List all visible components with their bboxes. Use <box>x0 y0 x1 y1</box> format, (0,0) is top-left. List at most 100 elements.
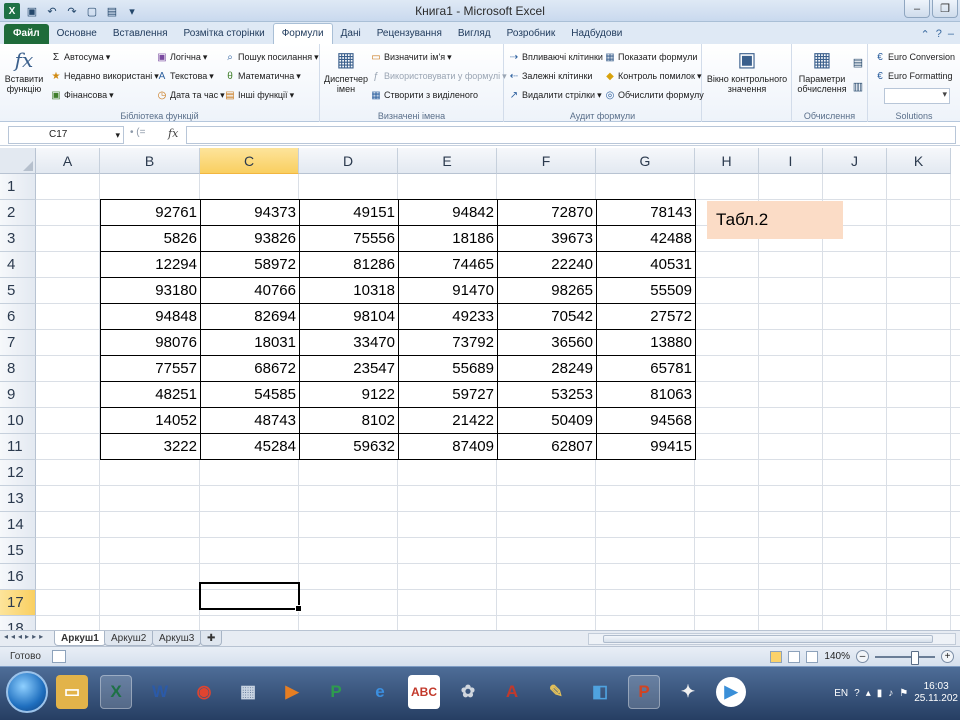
table-cell[interactable]: 82694 <box>200 303 300 330</box>
date-time-button[interactable]: ◷ Дата та час ▾ <box>156 88 225 102</box>
table-cell[interactable]: 49233 <box>398 303 498 330</box>
remove-arrows-button[interactable]: ↗ Видалити стрілки ▾ <box>508 88 602 102</box>
table-cell[interactable]: 33470 <box>299 329 399 356</box>
table-cell[interactable]: 62807 <box>497 433 597 460</box>
sheet-tab-3[interactable]: Аркуш3 <box>152 631 202 646</box>
row-header-18[interactable]: 18 <box>0 616 36 630</box>
sheet-tab-2[interactable]: Аркуш2 <box>104 631 154 646</box>
column-header-d[interactable]: D <box>299 148 398 174</box>
name-manager-button[interactable]: ▦ Диспетчер імен <box>324 48 368 94</box>
table-cell[interactable]: 94848 <box>100 303 201 330</box>
row-header-11[interactable]: 11 <box>0 434 36 460</box>
row-header-10[interactable]: 10 <box>0 408 36 434</box>
table-cell[interactable]: 22240 <box>497 251 597 278</box>
row-header-1[interactable]: 1 <box>0 174 36 200</box>
notes-taskbar-icon[interactable]: ◧ <box>584 675 616 709</box>
table-cell[interactable]: 68672 <box>200 355 300 382</box>
calculate-sheet-icon[interactable]: ▥ <box>850 78 866 94</box>
zoom-in-icon[interactable]: + <box>941 650 954 663</box>
row-header-12[interactable]: 12 <box>0 460 36 486</box>
row-header-16[interactable]: 16 <box>0 564 36 590</box>
column-header-f[interactable]: F <box>497 148 596 174</box>
minimize-ribbon-icon[interactable]: ⌃ <box>921 28 930 41</box>
row-header-5[interactable]: 5 <box>0 278 36 304</box>
show-formulas-button[interactable]: ▦ Показати формули <box>604 50 697 64</box>
tab-review[interactable]: Рецензування <box>369 24 450 44</box>
tab-file[interactable]: Файл <box>4 24 49 44</box>
word-taskbar-icon[interactable]: W <box>144 675 176 709</box>
table-cell[interactable]: 70542 <box>497 303 597 330</box>
window-minimize-icon[interactable]: – <box>948 28 954 40</box>
table-cell[interactable]: 49151 <box>299 199 399 226</box>
table-cell[interactable]: 75556 <box>299 225 399 252</box>
help-tray-icon[interactable]: ? <box>854 688 860 699</box>
powerpoint-taskbar-icon[interactable]: P <box>628 675 660 709</box>
table-cell[interactable]: 94568 <box>596 407 696 434</box>
table-cell[interactable]: 91470 <box>398 277 498 304</box>
start-button-icon[interactable] <box>6 671 48 713</box>
table-cell[interactable]: 94373 <box>200 199 300 226</box>
show-hidden-icons-icon[interactable]: ▴ <box>866 688 871 699</box>
calculate-now-icon[interactable]: ▤ <box>850 54 866 70</box>
macro-record-icon[interactable] <box>52 650 66 663</box>
excel-taskbar-icon[interactable]: X <box>100 675 132 709</box>
row-header-14[interactable]: 14 <box>0 512 36 538</box>
table-cell[interactable]: 81063 <box>596 381 696 408</box>
tab-page-layout[interactable]: Розмітка сторінки <box>176 24 273 44</box>
table-cell[interactable]: 36560 <box>497 329 597 356</box>
euro-currency-combo[interactable] <box>884 88 950 104</box>
table-cell[interactable]: 98265 <box>497 277 597 304</box>
logical-button[interactable]: ▣ Логічна ▾ <box>156 50 207 64</box>
tab-addins[interactable]: Надбудови <box>563 24 630 44</box>
text-button[interactable]: A Текстова ▾ <box>156 69 214 83</box>
column-header-h[interactable]: H <box>695 148 759 174</box>
media-player-taskbar-icon[interactable]: ▶ <box>276 675 308 709</box>
row-header-6[interactable]: 6 <box>0 304 36 330</box>
define-name-button[interactable]: ▭ Визначити ім'я ▾ <box>370 50 451 64</box>
table-cell[interactable]: 18031 <box>200 329 300 356</box>
tab-data[interactable]: Дані <box>333 24 369 44</box>
row-header-3[interactable]: 3 <box>0 226 36 252</box>
table-cell[interactable]: 42488 <box>596 225 696 252</box>
table-cell[interactable]: 5826 <box>100 225 201 252</box>
table-note-cell[interactable]: Табл.2 <box>707 201 843 239</box>
play-circle-taskbar-icon[interactable]: ▶ <box>716 677 746 707</box>
column-header-g[interactable]: G <box>596 148 695 174</box>
row-header-8[interactable]: 8 <box>0 356 36 382</box>
language-indicator[interactable]: EN <box>834 688 848 699</box>
volume-tray-icon[interactable]: ♪ <box>888 688 893 699</box>
table-cell[interactable]: 92761 <box>100 199 201 226</box>
table-cell[interactable]: 81286 <box>299 251 399 278</box>
table-cell[interactable]: 59727 <box>398 381 498 408</box>
table-cell[interactable]: 12294 <box>100 251 201 278</box>
row-header-9[interactable]: 9 <box>0 382 36 408</box>
table-cell[interactable]: 23547 <box>299 355 399 382</box>
column-header-i[interactable]: I <box>759 148 823 174</box>
table-cell[interactable]: 27572 <box>596 303 696 330</box>
table-cell[interactable]: 98104 <box>299 303 399 330</box>
table-cell[interactable]: 94842 <box>398 199 498 226</box>
tab-view[interactable]: Вигляд <box>450 24 499 44</box>
insert-function-button[interactable]: fx Вставити функцію <box>4 48 44 94</box>
autosum-button[interactable]: Σ Автосума ▾ <box>50 50 110 64</box>
horizontal-scrollbar[interactable] <box>588 633 956 645</box>
math-trig-button[interactable]: θ Математична ▾ <box>224 69 301 83</box>
insert-function-fx-icon[interactable]: fx <box>168 127 178 140</box>
sheet-navigation-icon[interactable]: ◂◂◂▸▸▸ <box>4 632 46 641</box>
table-cell[interactable]: 74465 <box>398 251 498 278</box>
recently-used-button[interactable]: ★ Недавно використані ▾ <box>50 69 159 83</box>
table-cell[interactable]: 28249 <box>497 355 597 382</box>
column-header-j[interactable]: J <box>823 148 887 174</box>
row-header-15[interactable]: 15 <box>0 538 36 564</box>
internet-explorer-taskbar-icon[interactable]: e <box>364 675 396 709</box>
row-header-2[interactable]: 2 <box>0 200 36 226</box>
table-cell[interactable]: 99415 <box>596 433 696 460</box>
table-cell[interactable]: 39673 <box>497 225 597 252</box>
table-cell[interactable]: 48743 <box>200 407 300 434</box>
row-header-13[interactable]: 13 <box>0 486 36 512</box>
lookup-reference-button[interactable]: ⌕ Пошук посилання ▾ <box>224 50 318 64</box>
publisher-taskbar-icon[interactable]: P <box>320 675 352 709</box>
table-cell[interactable]: 87409 <box>398 433 498 460</box>
abc-taskbar-icon[interactable]: ABC <box>408 675 440 709</box>
page-break-view-icon[interactable] <box>806 650 819 663</box>
